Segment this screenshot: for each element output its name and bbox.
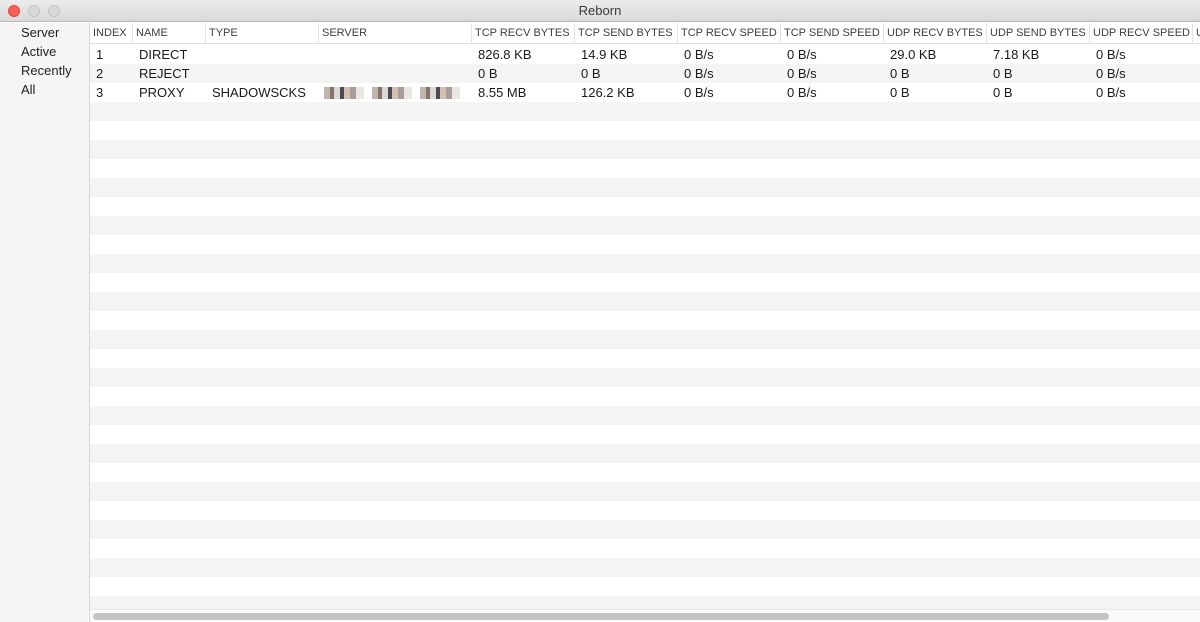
title-bar[interactable]: Reborn bbox=[0, 0, 1200, 22]
empty-row bbox=[90, 501, 1200, 520]
empty-row bbox=[90, 539, 1200, 558]
cell-udp-recv-speed: 0 B/s bbox=[1096, 66, 1126, 81]
empty-row bbox=[90, 121, 1200, 140]
cell-udp-recv-bytes: 0 B bbox=[890, 85, 910, 100]
cell-tcp-recv-speed: 0 B/s bbox=[684, 85, 714, 100]
cell-tcp-recv-bytes: 8.55 MB bbox=[478, 85, 527, 100]
empty-row bbox=[90, 311, 1200, 330]
empty-row bbox=[90, 292, 1200, 311]
cell-type: SHADOWSCKS bbox=[212, 85, 306, 100]
empty-row bbox=[90, 387, 1200, 406]
cell-udp-send-bytes: 0 B bbox=[993, 66, 1013, 81]
cell-index: 2 bbox=[96, 66, 104, 81]
empty-row bbox=[90, 254, 1200, 273]
column-header-udp-send-bytes[interactable]: UDP SEND BYTES bbox=[987, 23, 1090, 44]
cell-udp-recv-bytes: 29.0 KB bbox=[890, 47, 937, 62]
cell-tcp-send-bytes: 14.9 KB bbox=[581, 47, 628, 62]
cell-udp-recv-speed: 0 B/s bbox=[1096, 47, 1126, 62]
scrollbar-thumb[interactable] bbox=[93, 613, 1109, 620]
column-header-tcp-recv-speed[interactable]: TCP RECV SPEED bbox=[678, 23, 781, 44]
redacted-block bbox=[420, 87, 460, 99]
app-window: Reborn Server Active Recently All INDEX … bbox=[0, 0, 1200, 622]
cell-server-redacted bbox=[324, 83, 469, 102]
empty-row bbox=[90, 463, 1200, 482]
cell-tcp-send-speed: 0 B/s bbox=[787, 47, 817, 62]
cell-index: 1 bbox=[96, 47, 104, 62]
horizontal-scrollbar[interactable] bbox=[90, 609, 1200, 622]
cell-udp-send-bytes: 7.18 KB bbox=[993, 47, 1040, 62]
empty-row bbox=[90, 444, 1200, 463]
cell-tcp-send-speed: 0 B/s bbox=[787, 85, 817, 100]
cell-name: PROXY bbox=[139, 85, 185, 100]
empty-row bbox=[90, 330, 1200, 349]
column-header-type[interactable]: TYPE bbox=[206, 23, 319, 44]
table-row[interactable]: 2 REJECT 0 B 0 B 0 B/s 0 B/s 0 B 0 B 0 B… bbox=[90, 64, 1200, 83]
empty-row bbox=[90, 216, 1200, 235]
cell-index: 3 bbox=[96, 85, 104, 100]
empty-row bbox=[90, 368, 1200, 387]
cell-name: REJECT bbox=[139, 66, 190, 81]
cell-tcp-send-speed: 0 B/s bbox=[787, 66, 817, 81]
empty-row bbox=[90, 425, 1200, 444]
empty-row bbox=[90, 235, 1200, 254]
column-header-server[interactable]: SERVER bbox=[319, 23, 472, 44]
table-header: INDEX NAME TYPE SERVER TCP RECV BYTES TC… bbox=[90, 23, 1200, 44]
empty-row bbox=[90, 520, 1200, 539]
cell-tcp-send-bytes: 126.2 KB bbox=[581, 85, 635, 100]
empty-row bbox=[90, 349, 1200, 368]
cell-udp-recv-speed: 0 B/s bbox=[1096, 85, 1126, 100]
table-row[interactable]: 3 PROXY SHADOWSCKS 8.55 MB 126.2 KB 0 B/… bbox=[90, 83, 1200, 102]
column-header-udp-recv-speed[interactable]: UDP RECV SPEED bbox=[1090, 23, 1193, 44]
window-title: Reborn bbox=[578, 3, 622, 18]
column-header-truncated[interactable]: U bbox=[1193, 23, 1200, 44]
empty-row bbox=[90, 273, 1200, 292]
redacted-block bbox=[372, 87, 412, 99]
cell-udp-recv-bytes: 0 B bbox=[890, 66, 910, 81]
cell-udp-send-bytes: 0 B bbox=[993, 85, 1013, 100]
cell-tcp-recv-bytes: 0 B bbox=[478, 66, 498, 81]
column-header-udp-recv-bytes[interactable]: UDP RECV BYTES bbox=[884, 23, 987, 44]
cell-name: DIRECT bbox=[139, 47, 188, 62]
column-header-tcp-send-bytes[interactable]: TCP SEND BYTES bbox=[575, 23, 678, 44]
connection-table: INDEX NAME TYPE SERVER TCP RECV BYTES TC… bbox=[90, 23, 1200, 609]
cell-tcp-recv-bytes: 826.8 KB bbox=[478, 47, 532, 62]
empty-row bbox=[90, 406, 1200, 425]
sidebar: Server Active Recently All bbox=[0, 23, 90, 622]
table-row[interactable]: 1 DIRECT 826.8 KB 14.9 KB 0 B/s 0 B/s 29… bbox=[90, 45, 1200, 64]
empty-row bbox=[90, 482, 1200, 501]
sidebar-item-recently[interactable]: Recently bbox=[0, 61, 89, 80]
empty-row bbox=[90, 577, 1200, 596]
cell-tcp-recv-speed: 0 B/s bbox=[684, 47, 714, 62]
cell-tcp-recv-speed: 0 B/s bbox=[684, 66, 714, 81]
empty-row bbox=[90, 197, 1200, 216]
column-header-index[interactable]: INDEX bbox=[90, 23, 133, 44]
empty-row bbox=[90, 102, 1200, 121]
empty-row bbox=[90, 140, 1200, 159]
sidebar-item-server[interactable]: Server bbox=[0, 23, 89, 42]
column-header-name[interactable]: NAME bbox=[133, 23, 206, 44]
table-body: 1 DIRECT 826.8 KB 14.9 KB 0 B/s 0 B/s 29… bbox=[90, 45, 1200, 609]
sidebar-item-active[interactable]: Active bbox=[0, 42, 89, 61]
empty-row bbox=[90, 178, 1200, 197]
redacted-block bbox=[324, 87, 364, 99]
column-header-tcp-send-speed[interactable]: TCP SEND SPEED bbox=[781, 23, 884, 44]
sidebar-item-all[interactable]: All bbox=[0, 80, 89, 99]
empty-row bbox=[90, 558, 1200, 577]
column-header-tcp-recv-bytes[interactable]: TCP RECV BYTES bbox=[472, 23, 575, 44]
empty-row bbox=[90, 159, 1200, 178]
empty-row bbox=[90, 596, 1200, 609]
cell-tcp-send-bytes: 0 B bbox=[581, 66, 601, 81]
